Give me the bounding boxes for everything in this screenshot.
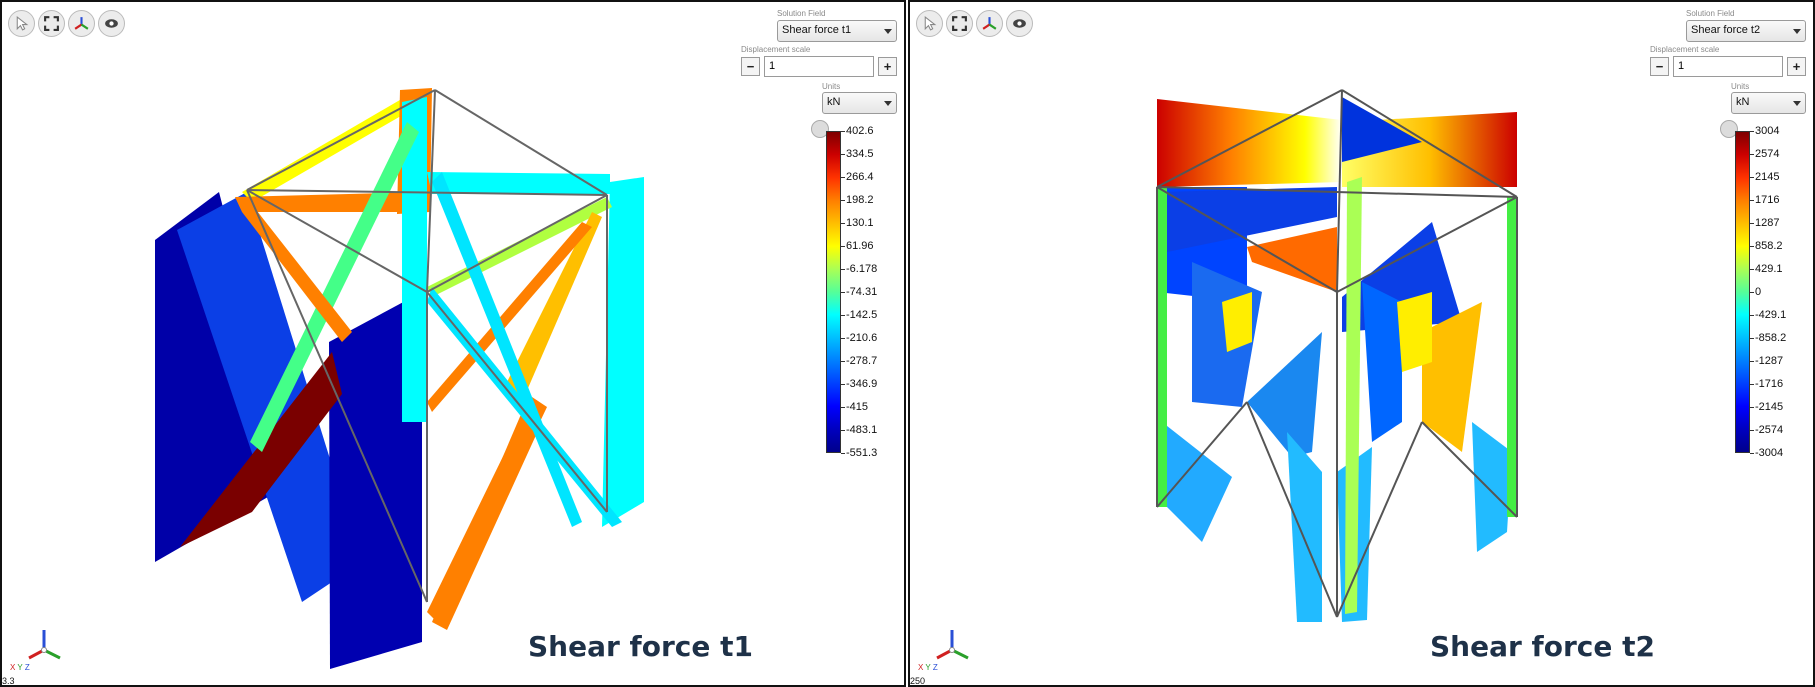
triad-axis-labels: X Y Z [10,663,30,672]
axes-triad-icon[interactable] [68,10,95,37]
colorbar-tick: -210.6 [840,332,878,344]
units-select[interactable]: kN [1731,92,1806,114]
viewport-toolbar [8,10,125,37]
orientation-triad-icon [936,630,969,660]
member-ribbon [1397,292,1432,372]
axes-triad-icon[interactable] [976,10,1003,37]
solution-field-select[interactable]: Shear force t1 [777,20,897,42]
member-ribbon [1507,197,1517,517]
units-value: kN [827,96,841,108]
colorbar-tick: 61.96 [841,240,874,252]
member-ribbon [602,177,644,527]
solution-field-label: Solution Field [777,9,826,18]
member-ribbon [1247,227,1337,292]
panel-caption: Shear force t2 [1430,630,1655,663]
units-select[interactable]: kN [822,92,897,114]
viewport-toolbar [916,10,1033,37]
scale-decrement-button[interactable]: − [1650,57,1669,76]
colorbar-tick: -346.9 [840,378,878,390]
colorbar-tick: 858.2 [1750,240,1783,252]
result-controls: Solution Field Shear force t1 Displaceme… [734,2,904,462]
colorbar-tick: 0 [1749,286,1762,298]
scale-decrement-button[interactable]: − [741,57,760,76]
select-cursor-icon[interactable] [8,10,35,37]
colorbar-ticks: 402.6 334.5 266.4 198.2 130.1 61.96 -6.1… [840,125,904,459]
scale-increment-button[interactable]: + [1787,57,1806,76]
chevron-down-icon [1793,101,1801,106]
visibility-eye-icon[interactable] [98,10,125,37]
colorbar-tick: 130.1 [841,217,874,229]
member-ribbon [427,172,610,194]
scale-increment-button[interactable]: + [878,57,897,76]
colorbar-tick: -278.7 [840,355,878,367]
colorbar-tick: 402.6 [841,125,874,137]
member-ribbon [1157,187,1167,507]
colorbar-tick: 3004 [1749,125,1780,137]
colorbar-tick: 1287 [1749,217,1780,229]
solution-field-value: Shear force t1 [782,24,852,36]
chevron-down-icon [1793,29,1801,34]
corner-readout: 3.3 [2,676,15,686]
member-ribbon [1247,332,1322,457]
fit-view-icon[interactable] [38,10,65,37]
chevron-down-icon [884,101,892,106]
panel-caption: Shear force t1 [528,630,753,663]
colorbar-tick: 2145 [1749,171,1780,183]
units-label: Units [1731,82,1750,91]
member-ribbon [432,412,542,630]
colorbar-tick: -6.178 [840,263,878,275]
member-ribbon [1157,99,1342,187]
colorbar [826,131,841,453]
colorbar-ticks: 3004 2574 2145 1716 1287 858.2 429.1 0 -… [1749,125,1813,459]
member-ribbon [1287,432,1322,622]
app-root: Solution Field Shear force t1 Displaceme… [0,0,1815,687]
displacement-scale-label: Displacement scale [741,45,811,54]
member-ribbon [1362,282,1402,442]
fit-view-icon[interactable] [946,10,973,37]
select-cursor-icon[interactable] [916,10,943,37]
colorbar-tick: -74.31 [840,286,878,298]
colorbar-tick: 429.1 [1750,263,1783,275]
colorbar-tick: -2574 [1749,424,1784,436]
member-ribbon [1162,422,1232,542]
result-controls: Solution Field Shear force t2 Displaceme… [1643,2,1813,462]
solution-field-label: Solution Field [1686,9,1735,18]
colorbar-tick: 334.5 [841,148,874,160]
viewport-panel-right[interactable]: Solution Field Shear force t2 Displaceme… [908,0,1815,687]
colorbar-tick: 1716 [1749,194,1780,206]
displacement-scale-input[interactable]: 1 [764,56,874,77]
displacement-scale-label: Displacement scale [1650,45,1720,54]
member-ribbon [1472,422,1512,552]
colorbar-tick: -551.3 [840,447,878,459]
colorbar [1735,131,1750,453]
viewport-panel-left[interactable]: Solution Field Shear force t1 Displaceme… [0,0,906,687]
colorbar-tick: -1287 [1749,355,1784,367]
colorbar-tick: -142.5 [840,309,878,321]
colorbar-tick: 198.2 [841,194,874,206]
colorbar-tick: 266.4 [841,171,874,183]
chevron-down-icon [884,29,892,34]
triad-axis-labels: X Y Z [918,663,938,672]
solution-field-select[interactable]: Shear force t2 [1686,20,1806,42]
colorbar-tick: -415 [840,401,869,413]
colorbar-tick: -2145 [1749,401,1784,413]
units-label: Units [822,82,841,91]
displacement-scale-input[interactable]: 1 [1673,56,1783,77]
orientation-triad-icon [28,630,61,660]
colorbar-tick: -858.2 [1749,332,1787,344]
colorbar-tick: -1716 [1749,378,1784,390]
colorbar-tick: -483.1 [840,424,878,436]
units-value: kN [1736,96,1750,108]
colorbar-tick: -3004 [1749,447,1784,459]
visibility-eye-icon[interactable] [1006,10,1033,37]
solution-field-value: Shear force t2 [1691,24,1761,36]
corner-readout: 250 [910,676,926,686]
colorbar-tick: -429.1 [1749,309,1787,321]
member-ribbon [1222,292,1252,352]
colorbar-tick: 2574 [1749,148,1780,160]
